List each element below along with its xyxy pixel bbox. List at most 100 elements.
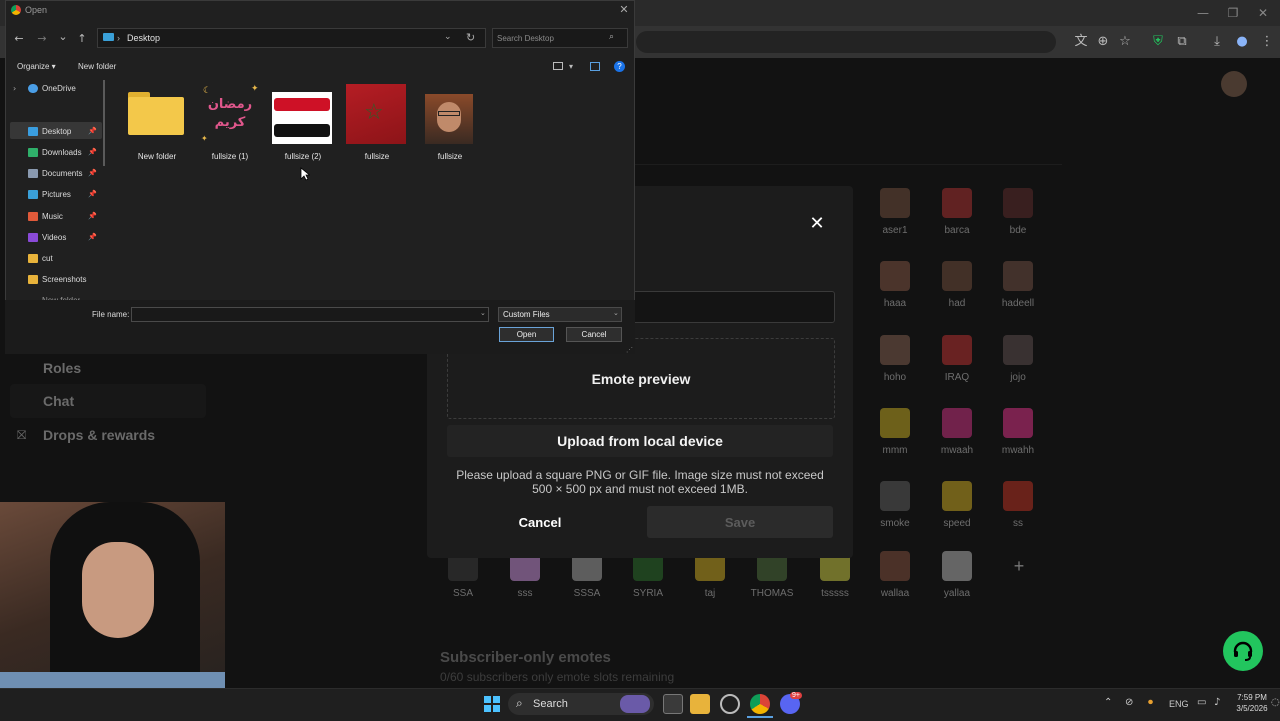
ramadan-kareem-image: رمضان كريم ☾ ✦ ✦ <box>201 84 259 146</box>
dialog-close-icon[interactable]: ✕ <box>617 3 631 17</box>
close-icon[interactable]: ✕ <box>808 215 826 233</box>
support-chat-button[interactable] <box>1223 631 1263 671</box>
emote-item[interactable]: taj <box>680 551 740 611</box>
breadcrumb[interactable]: Desktop <box>127 33 160 43</box>
file-name-input[interactable] <box>131 307 489 322</box>
refresh-icon[interactable]: ↻ <box>466 31 475 44</box>
forward-icon[interactable]: → <box>34 31 50 47</box>
emote-item[interactable]: tsssss <box>805 551 865 611</box>
emote-item[interactable]: mwahh <box>988 408 1048 468</box>
download-icon[interactable]: ⤓ <box>1206 32 1228 52</box>
network-icon[interactable]: ⊘ <box>1125 697 1133 708</box>
cancel-label: Cancel <box>518 514 562 530</box>
emote-item[interactable]: barca <box>927 188 987 248</box>
language-indicator[interactable]: ENG <box>1169 699 1189 709</box>
minimize-icon[interactable]: — <box>1192 4 1214 22</box>
display-icon[interactable]: ▭ <box>1197 697 1206 708</box>
profile-icon[interactable]: ● <box>1231 32 1253 52</box>
volume-icon[interactable]: ♪ <box>1214 697 1220 708</box>
emote-image <box>880 261 910 291</box>
start-icon[interactable] <box>484 696 500 712</box>
window-close-icon[interactable]: ✕ <box>1252 4 1274 22</box>
emote-item[interactable]: ss <box>988 481 1048 541</box>
sidebar-item-desktop[interactable]: Desktop <box>42 127 71 136</box>
shield-icon[interactable]: ⛨ <box>1147 32 1169 52</box>
add-emote-button[interactable]: + <box>1008 556 1030 576</box>
emote-item[interactable]: aser1 <box>865 188 925 248</box>
notification-icon[interactable]: ◌ <box>1271 697 1280 708</box>
file-explorer-icon[interactable] <box>690 694 710 714</box>
resize-grip-icon[interactable]: ⋰ <box>626 346 633 354</box>
new-folder-button[interactable]: New folder <box>78 62 116 71</box>
address-bar[interactable] <box>636 31 1056 53</box>
sidebar-item-cut[interactable]: cut <box>42 254 53 263</box>
emote-item[interactable]: SYRIA <box>618 551 678 611</box>
avatar[interactable] <box>1221 71 1247 97</box>
mic-icon[interactable]: ⏺ <box>1148 697 1153 708</box>
organize-button[interactable]: Organize ▾ <box>17 62 56 71</box>
star-icon[interactable]: ☆ <box>1114 32 1136 52</box>
emote-item[interactable]: had <box>927 261 987 321</box>
sidebar-item-roles[interactable]: Roles <box>43 360 81 376</box>
taskbar-search[interactable]: ⌕ Search <box>508 693 654 715</box>
restore-icon[interactable]: ❐ <box>1222 4 1244 22</box>
menu-icon[interactable]: ⋮ <box>1256 32 1278 52</box>
headset-icon <box>1233 641 1253 661</box>
emote-name: tsssss <box>821 588 849 599</box>
view-icon[interactable] <box>553 62 563 70</box>
emote-item[interactable]: IRAQ <box>927 335 987 395</box>
extensions-icon[interactable]: ⧉ <box>1171 32 1193 52</box>
save-button[interactable]: Save <box>647 506 833 538</box>
sidebar-item-documents[interactable]: Documents <box>42 169 82 178</box>
expand-chevron-icon[interactable]: › <box>13 84 16 93</box>
up-icon[interactable]: ↑ <box>74 31 90 47</box>
sidebar-item-pictures[interactable]: Pictures <box>42 190 71 199</box>
emote-item[interactable]: wallaa <box>865 551 925 611</box>
file-type-select[interactable]: Custom Files <box>498 307 622 322</box>
sidebar-item-music[interactable]: Music <box>42 212 63 221</box>
sidebar-item-chat[interactable]: Chat <box>43 393 74 409</box>
open-button[interactable]: Open <box>499 327 554 342</box>
save-label: Save <box>724 514 756 530</box>
navigation-scrollbar[interactable] <box>103 80 105 166</box>
emote-item[interactable]: yallaa <box>927 551 987 611</box>
emote-item[interactable]: speed <box>927 481 987 541</box>
search-input[interactable] <box>497 31 605 45</box>
translate-icon[interactable]: 文 <box>1070 32 1092 52</box>
emote-item[interactable]: hadeell <box>988 261 1048 321</box>
path-dropdown-icon[interactable]: ⌄ <box>444 32 452 42</box>
sidebar-item-screenshots[interactable]: Screenshots <box>42 275 86 284</box>
emote-item[interactable]: hoho <box>865 335 925 395</box>
upload-from-device-button[interactable]: Upload from local device <box>447 425 833 457</box>
sidebar-item-onedrive[interactable]: OneDrive <box>42 84 76 93</box>
emote-item[interactable]: smoke <box>865 481 925 541</box>
dialog-cancel-button[interactable]: Cancel <box>566 327 622 342</box>
emote-item[interactable]: THOMAS <box>742 551 802 611</box>
chrome-taskbar-icon[interactable] <box>750 694 770 714</box>
sidebar-item-videos[interactable]: Videos <box>42 233 66 242</box>
emote-item[interactable]: haaa <box>865 261 925 321</box>
view-dropdown-icon[interactable]: ▾ <box>569 62 573 71</box>
emote-item[interactable]: mwaah <box>927 408 987 468</box>
back-icon[interactable]: ← <box>11 31 27 47</box>
emote-item[interactable]: SSSA <box>557 551 617 611</box>
search-icon[interactable]: ⌕ <box>609 32 614 42</box>
emote-item[interactable]: SSA <box>433 551 493 611</box>
cancel-button[interactable]: Cancel <box>447 506 633 538</box>
app-icon[interactable] <box>720 694 740 714</box>
file-type-dropdown-icon[interactable]: ⌄ <box>613 309 619 317</box>
sidebar-item-drops[interactable]: Drops & rewards <box>43 427 155 443</box>
task-view-icon[interactable] <box>663 694 683 714</box>
sidebar-item-downloads[interactable]: Downloads <box>42 148 82 157</box>
preview-pane-icon[interactable] <box>590 62 600 71</box>
help-icon[interactable]: ? <box>614 61 625 72</box>
zoom-icon[interactable]: ⊕ <box>1092 32 1114 52</box>
recent-locations-icon[interactable]: ⌄ <box>55 29 71 45</box>
emote-item[interactable]: jojo <box>988 335 1048 395</box>
clock[interactable]: 7:59 PM 3/5/2026 <box>1234 692 1270 714</box>
tray-chevron-icon[interactable]: ⌃ <box>1104 697 1112 708</box>
emote-item[interactable]: sss <box>495 551 555 611</box>
emote-item[interactable]: bde <box>988 188 1048 248</box>
file-name-dropdown-icon[interactable]: ⌄ <box>480 309 486 317</box>
emote-item[interactable]: mmm <box>865 408 925 468</box>
